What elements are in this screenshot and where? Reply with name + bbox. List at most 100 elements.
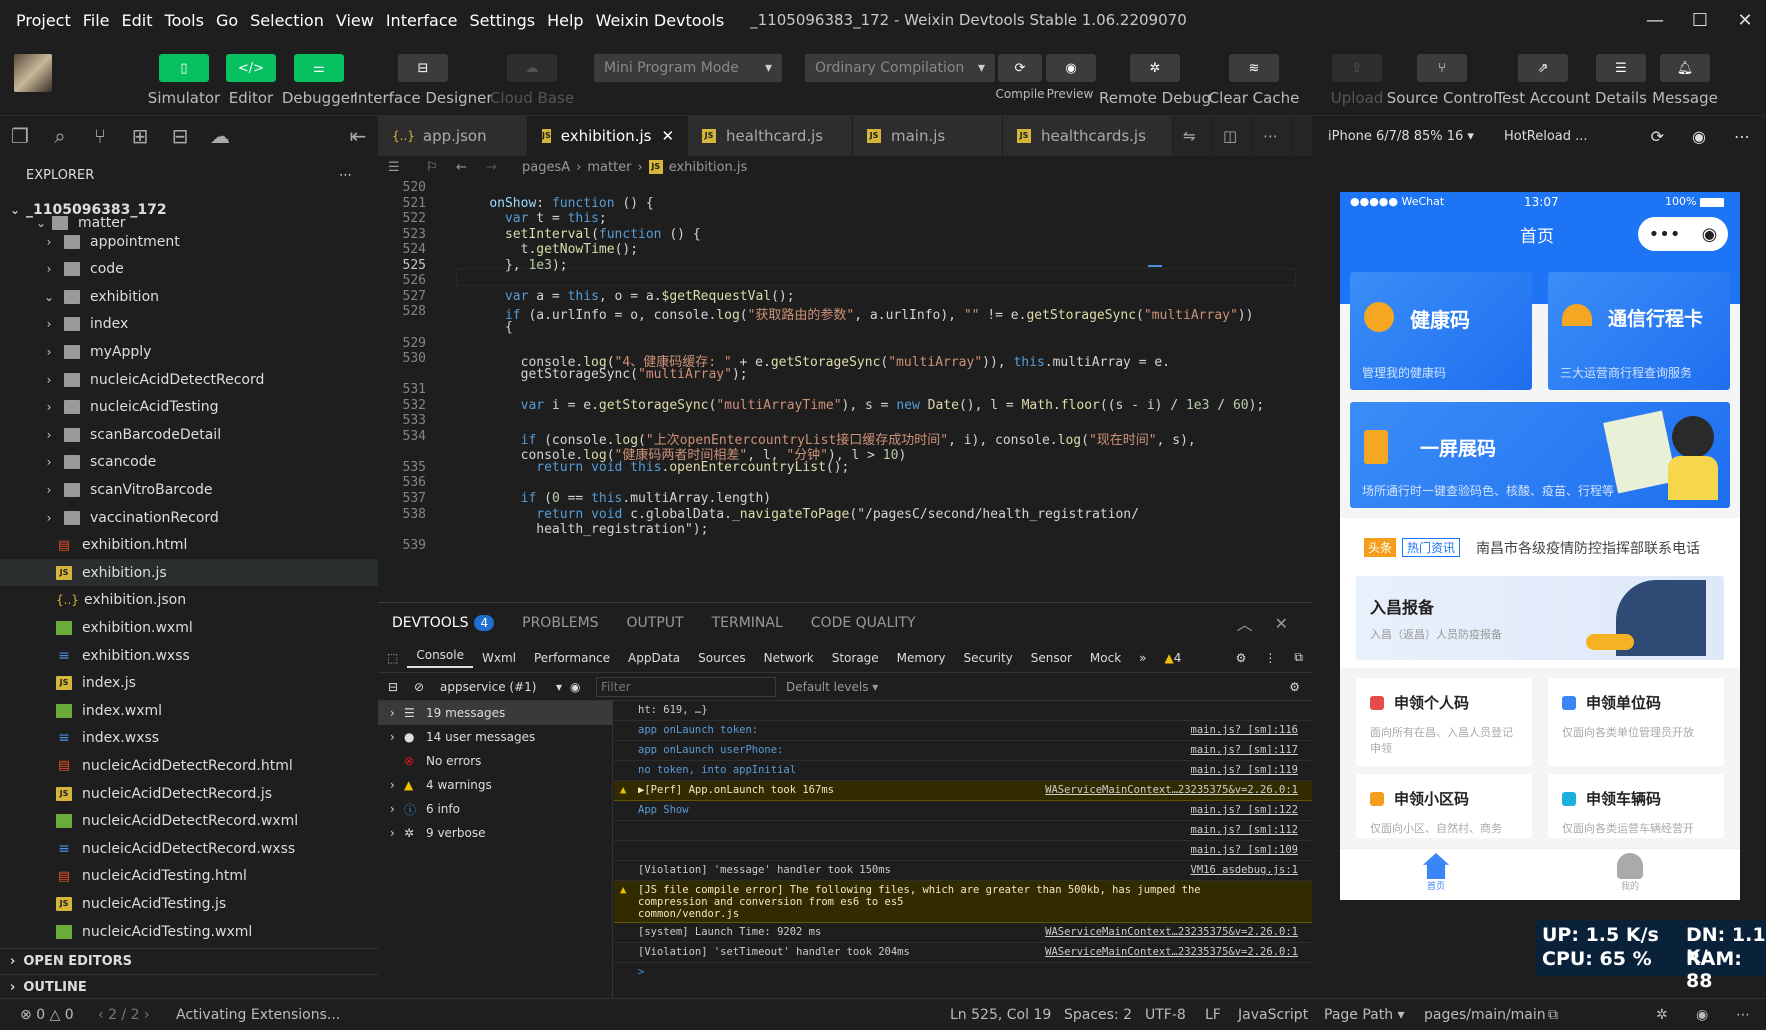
cloud-icon[interactable]: ☁	[200, 116, 240, 156]
devtab-network[interactable]: Network	[755, 651, 823, 665]
filter-input[interactable]	[596, 676, 776, 697]
remote-debug-button[interactable]: ✲	[1130, 54, 1180, 82]
filter-errors[interactable]: ⊗ No errors	[378, 749, 612, 773]
file-nucleicAcidTesting-html[interactable]: ▤ nucleicAcidTesting.html	[0, 863, 378, 890]
breadcrumb-item[interactable]: matter	[587, 160, 631, 175]
console-source-link[interactable]: main.js? [sm]:119	[1191, 764, 1298, 776]
menu-view[interactable]: View	[330, 11, 380, 30]
context-select[interactable]: appservice (#1) ▾	[440, 680, 570, 694]
file-nucleicAcidDetectRecord-html[interactable]: ▤ nucleicAcidDetectRecord.html	[0, 752, 378, 779]
tab-app-json[interactable]: {..} app.json	[378, 116, 528, 156]
travel-card[interactable]: 通信行程卡 三大运营商行程查询服务	[1548, 272, 1730, 390]
console-source-link[interactable]: WAServiceMainContext…23235375&v=2.26.0:1	[1045, 784, 1298, 796]
console-entry[interactable]: App Show main.js? [sm]:122	[614, 801, 1312, 821]
source-control-icon[interactable]: ⑂	[80, 116, 120, 156]
console-source-link[interactable]: main.js? [sm]:112	[1191, 824, 1298, 836]
folder-exhibition[interactable]: ⌄ exhibition	[0, 283, 378, 310]
outline-section[interactable]: › OUTLINE	[0, 974, 378, 1000]
bug-icon[interactable]: ✲	[1656, 1007, 1668, 1023]
folder-appointment[interactable]: › appointment	[0, 228, 378, 255]
console-source-link[interactable]: WAServiceMainContext…23235375&v=2.26.0:1	[1045, 926, 1298, 938]
split-editor-icon[interactable]: ◫	[1213, 116, 1253, 156]
pager[interactable]: ‹ 2 / 2 ›	[98, 1007, 150, 1023]
folder-scanVitroBarcode[interactable]: › scanVitroBarcode	[0, 476, 378, 503]
eye-icon[interactable]: ◉	[570, 680, 596, 694]
one-screen-code-card[interactable]: 一屏展码 场所通行时一键查验码色、核酸、疫苗、行程等	[1350, 402, 1730, 508]
console-prompt[interactable]: >	[614, 963, 1312, 983]
details-button[interactable]: ☰	[1596, 54, 1646, 82]
file-exhibition-js[interactable]: JS exhibition.js	[0, 559, 378, 587]
preview-button[interactable]: ◉	[1046, 54, 1096, 82]
filter-warnings[interactable]: › ▲ 4 warnings	[378, 773, 612, 797]
file-nucleicAcidDetectRecord-js[interactable]: JS nucleicAcidDetectRecord.js	[0, 780, 378, 807]
menu-settings[interactable]: Settings	[463, 11, 541, 30]
encoding[interactable]: UTF-8	[1145, 1007, 1186, 1023]
menu-edit[interactable]: Edit	[116, 11, 159, 30]
dock-icon[interactable]: ⧉	[1285, 650, 1312, 665]
folder-vaccinationRecord[interactable]: › vaccinationRecord	[0, 504, 378, 531]
file-nucleicAcidTesting-wxml[interactable]: nucleicAcidTesting.wxml	[0, 918, 378, 945]
devtab-security[interactable]: Security	[954, 651, 1021, 665]
nav-home[interactable]: 首页	[1416, 853, 1456, 892]
tab-terminal[interactable]: TERMINAL	[698, 615, 797, 631]
levels-select[interactable]: Default levels ▾	[786, 680, 878, 694]
console-source-link[interactable]: main.js? [sm]:117	[1191, 744, 1298, 756]
health-code-card[interactable]: 健康码 管理我的健康码	[1350, 272, 1532, 390]
collapse-sidebar-icon[interactable]: ⇤	[338, 116, 378, 156]
file-nucleicAcidTesting-js[interactable]: JS nucleicAcidTesting.js	[0, 890, 378, 917]
clear-console-icon[interactable]: ⊘	[414, 680, 440, 694]
menu-tools[interactable]: Tools	[159, 11, 210, 30]
devtab-console[interactable]: Console	[407, 648, 473, 668]
devtab-mock[interactable]: Mock	[1081, 651, 1130, 665]
language-mode[interactable]: JavaScript	[1238, 1007, 1308, 1023]
filter-all-messages[interactable]: › ☰ 19 messages	[378, 701, 612, 725]
more-icon[interactable]: ⋯	[1736, 1007, 1750, 1023]
personal-code-tile[interactable]: 申领个人码 面向所有在昌、入昌人员登记申领	[1356, 678, 1532, 766]
cloud-base-button[interactable]: ☁	[507, 54, 557, 82]
devtab-wxml[interactable]: Wxml	[473, 651, 525, 665]
folder-index[interactable]: › index	[0, 311, 378, 338]
console-entry[interactable]: app onLaunch userPhone: main.js? [sm]:117	[614, 741, 1312, 761]
more-icon[interactable]: ⋯	[1253, 116, 1293, 156]
menu-go[interactable]: Go	[210, 11, 244, 30]
storage-icon[interactable]: ⊟	[160, 116, 200, 156]
more-icon[interactable]: ⋯	[1734, 127, 1750, 146]
news-bar[interactable]: 头条 热门资讯 南昌市各级疫情防控指挥部联系电话	[1340, 518, 1740, 576]
upload-button[interactable]: ⇪	[1332, 54, 1382, 82]
list-icon[interactable]: ☰	[388, 160, 412, 175]
debugger-button[interactable]: ⚌	[294, 54, 344, 82]
hotreload-toggle[interactable]: HotReload ...	[1504, 129, 1588, 144]
chevron-up-icon[interactable]: ︿	[1237, 611, 1253, 635]
sidebar-toggle-icon[interactable]: ⊟	[388, 680, 414, 694]
device-select[interactable]: iPhone 6/7/8 85% 16 ▾	[1328, 129, 1474, 144]
entry-report-banner[interactable]: 入昌报备 入昌（返昌）人员防疫报备	[1356, 576, 1724, 660]
minimize-button[interactable]: —	[1630, 0, 1680, 40]
more-tabs-icon[interactable]: »	[1130, 651, 1155, 665]
console-entry[interactable]: ▲ [JS file compile error] The following f…	[614, 881, 1312, 923]
menu-selection[interactable]: Selection	[244, 11, 330, 30]
menu-interface[interactable]: Interface	[380, 11, 464, 30]
menu-file[interactable]: File	[77, 11, 116, 30]
console-source-link[interactable]: main.js? [sm]:122	[1191, 804, 1298, 816]
clear-cache-button[interactable]: ≋	[1229, 54, 1279, 82]
console-source-link[interactable]: main.js? [sm]:109	[1191, 844, 1298, 856]
console-entry[interactable]: main.js? [sm]:112	[614, 821, 1312, 841]
tab-code-quality[interactable]: CODE QUALITY	[797, 615, 930, 631]
search-icon[interactable]: ⌕	[40, 116, 80, 156]
close-circle-icon[interactable]: ◉	[1702, 224, 1718, 245]
devtab-sensor[interactable]: Sensor	[1022, 651, 1081, 665]
menu-project[interactable]: Project	[0, 11, 77, 30]
filter-info[interactable]: › ⓘ 6 info	[378, 797, 612, 821]
menu-weixin-devtools[interactable]: Weixin Devtools	[590, 11, 731, 30]
mode-select[interactable]: Mini Program Mode ▾	[594, 54, 782, 82]
folder-code[interactable]: › code	[0, 256, 378, 283]
file-exhibition-wxml[interactable]: exhibition.wxml	[0, 614, 378, 641]
arrow-left-icon[interactable]: ←	[456, 160, 486, 175]
extensions-icon[interactable]: ⊞	[120, 116, 160, 156]
interface-designer-button[interactable]: ⊟	[398, 54, 448, 82]
tab-problems[interactable]: PROBLEMS	[508, 615, 612, 631]
page-path-select[interactable]: Page Path ▾	[1324, 1007, 1405, 1023]
nav-me[interactable]: 我的	[1610, 853, 1650, 892]
open-editors-section[interactable]: › OPEN EDITORS	[0, 948, 378, 974]
devtab-storage[interactable]: Storage	[823, 651, 888, 665]
